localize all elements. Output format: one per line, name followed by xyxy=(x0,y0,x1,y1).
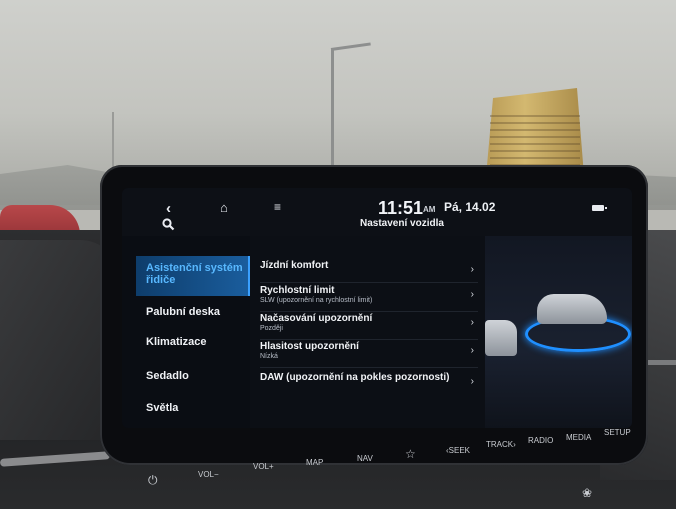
search-icon[interactable] xyxy=(162,218,175,235)
street-lamp xyxy=(331,50,334,175)
list-item-title: Rychlostní limit xyxy=(260,285,335,296)
menu-item-driver-assistance[interactable]: Asistenční systém řidiče xyxy=(136,256,250,296)
battery-icon xyxy=(592,205,607,211)
fan-icon[interactable]: ❀ xyxy=(582,486,592,500)
star-icon[interactable]: ☆ xyxy=(405,447,416,461)
media-button[interactable]: MEDIA xyxy=(566,433,591,442)
clock-ampm: AM xyxy=(423,205,436,214)
status-bar: ‹ ⌂ ≡ 11:51 AM Pá, 14.02 Nastavení vozid… xyxy=(122,188,632,236)
list-item-subtitle: Později xyxy=(260,325,283,332)
chevron-right-icon: › xyxy=(470,317,474,328)
list-item-title: Jízdní komfort xyxy=(260,260,329,271)
chevron-right-icon: › xyxy=(470,264,474,275)
list-item-subtitle: SLW (upozornění na rychlostní limit) xyxy=(260,297,373,304)
list-item-title: Hlasitost upozornění xyxy=(260,341,359,352)
list-item[interactable]: Načasování upozornění Později › xyxy=(260,313,478,340)
list-item[interactable]: Hlasitost upozornění Nízká › xyxy=(260,341,478,368)
setup-button[interactable]: SETUP xyxy=(604,428,631,437)
seek-button[interactable]: ‹SEEK xyxy=(446,446,470,455)
page-title: Nastavení vozidla xyxy=(360,218,444,229)
chevron-left-icon[interactable]: ‹ xyxy=(166,200,171,217)
chevron-right-icon: › xyxy=(470,345,474,356)
category-menu: Asistenční systém řidiče Palubní deska K… xyxy=(136,236,250,428)
menu-item-lights[interactable]: Světla xyxy=(136,402,250,414)
vol-up-button[interactable]: VOL+ xyxy=(253,462,274,471)
home-icon[interactable]: ⌂ xyxy=(220,200,228,215)
nav-button[interactable]: NAV xyxy=(357,454,373,463)
other-vehicle-shape xyxy=(485,320,517,356)
menu-item-climate[interactable]: Klimatizace xyxy=(136,336,250,348)
list-item[interactable]: Rychlostní limit SLW (upozornění na rych… xyxy=(260,285,478,312)
menu-icon[interactable]: ≡ xyxy=(274,200,281,214)
list-item-title: DAW (upozornění na pokles pozornosti) xyxy=(260,372,450,383)
vol-down-button[interactable]: VOL− xyxy=(198,470,219,479)
chevron-right-icon: › xyxy=(470,376,474,387)
list-item[interactable]: DAW (upozornění na pokles pozornosti) › xyxy=(260,372,478,394)
radio-button[interactable]: RADIO xyxy=(528,436,553,445)
map-button[interactable]: MAP xyxy=(306,458,323,467)
clock-time: 11:51 xyxy=(378,198,424,218)
menu-item-seat[interactable]: Sedadlo xyxy=(136,370,250,382)
menu-item-dashboard[interactable]: Palubní deska xyxy=(136,306,250,318)
date-label: Pá, 14.02 xyxy=(444,200,496,214)
power-icon[interactable]: ⏻ xyxy=(148,473,158,488)
list-item-subtitle: Nízká xyxy=(260,353,278,360)
vehicle-illustration xyxy=(485,236,632,428)
list-item-title: Načasování upozornění xyxy=(260,313,373,324)
vehicle-shape xyxy=(537,294,607,324)
settings-list: Jízdní komfort › Rychlostní limit SLW (u… xyxy=(250,236,485,428)
infotainment-screen: ‹ ⌂ ≡ 11:51 AM Pá, 14.02 Nastavení vozid… xyxy=(122,188,632,428)
list-item[interactable]: Jízdní komfort › xyxy=(260,260,478,283)
chevron-right-icon: › xyxy=(470,289,474,300)
track-button[interactable]: TRACK› xyxy=(486,440,516,449)
